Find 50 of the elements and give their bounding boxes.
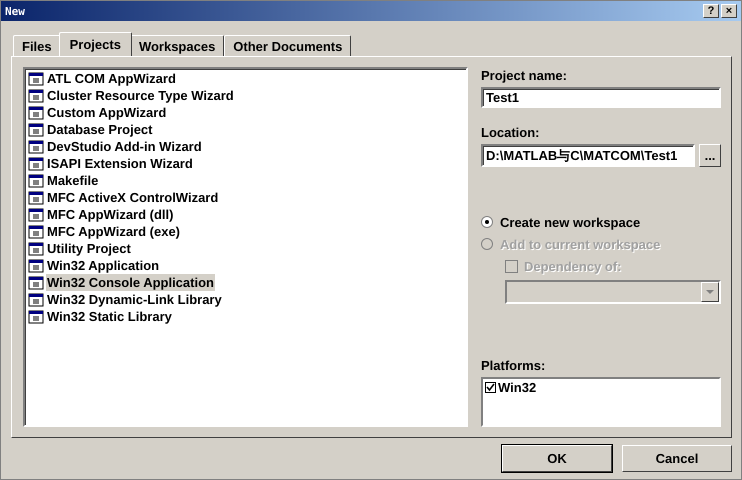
project-type-icon — [28, 172, 44, 188]
project-type-icon — [28, 156, 44, 172]
project-type-icon — [28, 292, 44, 308]
project-type-item[interactable]: Database Project — [46, 121, 154, 138]
project-type-icon — [28, 240, 44, 256]
project-type-item[interactable]: MFC AppWizard (dll) — [46, 206, 174, 223]
project-type-item[interactable]: Win32 Dynamic-Link Library — [46, 291, 223, 308]
browse-button[interactable]: ... — [699, 144, 721, 167]
project-type-icon — [28, 88, 44, 104]
project-type-item[interactable]: Custom AppWizard — [46, 104, 168, 121]
radio-button[interactable] — [481, 216, 493, 228]
project-type-item[interactable]: DevStudio Add-in Wizard — [46, 138, 203, 155]
tab[interactable]: Workspaces — [130, 35, 224, 56]
close-button[interactable]: × — [721, 4, 737, 18]
project-type-icon — [28, 70, 44, 86]
radio-label: Create new workspace — [500, 214, 640, 230]
project-type-icon — [28, 308, 44, 324]
project-type-item[interactable]: Win32 Static Library — [46, 308, 173, 325]
field-label: Location: — [481, 125, 540, 140]
project-type-icon — [28, 138, 44, 154]
project-type-icon — [28, 122, 44, 138]
project-type-icon — [28, 190, 44, 206]
project-type-item[interactable]: ISAPI Extension Wizard — [46, 155, 194, 172]
project-type-icon — [28, 258, 44, 274]
cancel-button[interactable]: Cancel — [622, 445, 732, 472]
project-type-icon — [28, 104, 44, 120]
tab[interactable]: Other Documents — [224, 35, 352, 56]
project-type-item[interactable]: Utility Project — [46, 240, 132, 257]
checkbox[interactable] — [485, 382, 496, 393]
project-type-item[interactable]: Win32 Application — [46, 257, 160, 274]
project-type-icon — [28, 274, 44, 290]
tab[interactable]: Projects — [58, 32, 132, 56]
ok-button[interactable]: OK — [502, 445, 612, 472]
project-type-item[interactable]: MFC AppWizard (exe) — [46, 223, 182, 240]
location-field[interactable]: D:\MATLAB与C\MATCOM\Test1 — [481, 144, 695, 167]
field-label: Project name: — [481, 68, 568, 83]
project-type-item[interactable]: ATL COM AppWizard — [46, 70, 177, 87]
window-title: New — [5, 4, 25, 18]
caret-icon — [706, 290, 714, 294]
tab[interactable]: Files — [13, 35, 61, 56]
project-type-item[interactable]: Cluster Resource Type Wizard — [46, 87, 235, 104]
project-type-icon — [28, 224, 44, 240]
project-type-icon — [28, 206, 44, 222]
project-type-item[interactable]: MFC ActiveX ControlWizard — [46, 189, 220, 206]
project-name-field[interactable]: Test1 — [481, 87, 721, 108]
help-button[interactable]: ? — [703, 4, 719, 18]
project-type-item[interactable]: Makefile — [46, 172, 100, 189]
field-label: Platforms: — [481, 358, 546, 373]
project-type-item[interactable]: Win32 Console Application — [46, 274, 215, 291]
platform-label: Win32 — [498, 380, 536, 395]
